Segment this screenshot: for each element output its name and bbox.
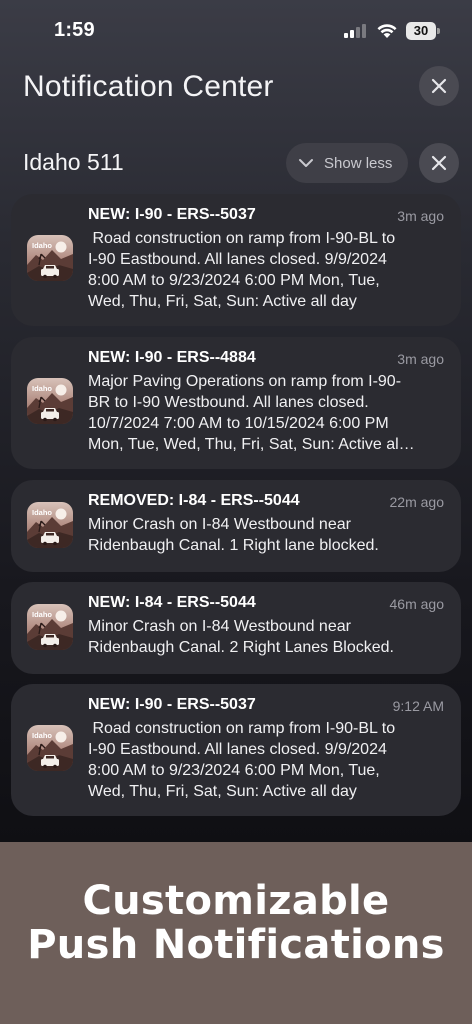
- notification-card[interactable]: Idaho NEW: I-90 - ERS--5037 3m ago Road co…: [11, 194, 461, 326]
- notification-body-line: Ridenbaugh Canal. 1 Right lane blocked.: [88, 537, 379, 554]
- notification-body: Minor Crash on I-84 Westbound near Ridenb…: [88, 616, 441, 658]
- close-icon: [431, 78, 447, 94]
- notification-time: 3m ago: [397, 208, 444, 224]
- notification-center-title: Notification Center: [23, 70, 274, 103]
- promo-banner: Customizable Push Notifications: [0, 842, 472, 1024]
- app-icon: Idaho: [27, 235, 73, 281]
- phone-screen: 1:59 30 Notification Center Idaho 511 Sh…: [0, 0, 472, 842]
- battery-icon: 30: [406, 22, 440, 40]
- notification-body: Major Paving Operations on ramp from I-9…: [88, 371, 441, 455]
- app-icon: Idaho: [27, 604, 73, 650]
- show-less-button[interactable]: Show less: [286, 143, 408, 183]
- notification-card[interactable]: Idaho NEW: I-84 - ERS--5044 46m ago Minor C…: [11, 582, 461, 674]
- svg-text:Idaho: Idaho: [32, 241, 52, 250]
- status-time: 1:59: [54, 19, 95, 41]
- notification-time: 22m ago: [389, 494, 444, 510]
- notification-body: Road construction on ramp from I-90-BL t…: [88, 228, 441, 312]
- notification-card[interactable]: Idaho REMOVED: I-84 - ERS--5044 22m ago Min…: [11, 480, 461, 572]
- notification-body-line: I-90 Eastbound. All lanes closed. 9/9/20…: [88, 251, 387, 268]
- notification-card[interactable]: Idaho NEW: I-90 - ERS--5037 9:12 AM Road c…: [11, 684, 461, 816]
- svg-text:Idaho: Idaho: [32, 610, 52, 619]
- notification-body-line: 8:00 AM to 9/23/2024 6:00 PM Mon, Tue,: [88, 762, 380, 779]
- notification-body-line: Major Paving Operations on ramp from I-9…: [88, 373, 402, 390]
- notification-body-line: Minor Crash on I-84 Westbound near: [88, 618, 351, 635]
- notification-title: REMOVED: I-84 - ERS--5044: [88, 492, 300, 509]
- notification-card[interactable]: Idaho NEW: I-90 - ERS--4884 3m ago Major Pa…: [11, 337, 461, 469]
- notification-body: Road construction on ramp from I-90-BL t…: [88, 718, 441, 802]
- notification-body-line: Minor Crash on I-84 Westbound near: [88, 516, 351, 533]
- notification-body-line: Wed, Thu, Fri, Sat, Sun: Active all day: [88, 293, 357, 310]
- notification-time: 3m ago: [397, 351, 444, 367]
- notification-body-line: Ridenbaugh Canal. 2 Right Lanes Blocked.: [88, 639, 394, 656]
- close-icon: [431, 155, 447, 171]
- notification-group-title: Idaho 511: [23, 149, 124, 175]
- svg-text:Idaho: Idaho: [32, 508, 52, 517]
- svg-text:Idaho: Idaho: [32, 384, 52, 393]
- app-icon: Idaho: [27, 502, 73, 548]
- notification-time: 9:12 AM: [392, 698, 444, 714]
- notification-body: Minor Crash on I-84 Westbound near Ridenb…: [88, 514, 441, 556]
- svg-text:Idaho: Idaho: [32, 731, 52, 740]
- notification-body-line: Wed, Thu, Fri, Sat, Sun: Active all day: [88, 783, 357, 800]
- clear-group-button[interactable]: [419, 143, 459, 183]
- notification-body-line: 10/7/2024 7:00 AM to 10/15/2024 6:00 PM: [88, 415, 389, 432]
- notification-title: NEW: I-84 - ERS--5044: [88, 594, 256, 611]
- notification-title: NEW: I-90 - ERS--5037: [88, 696, 256, 713]
- show-less-label: Show less: [324, 154, 393, 172]
- promo-line-1: Customizable: [82, 878, 390, 924]
- wifi-icon: [377, 24, 397, 38]
- notification-body-line: Mon, Tue, Wed, Thu, Fri, Sat, Sun: Activ…: [88, 436, 415, 453]
- app-icon: Idaho: [27, 725, 73, 771]
- clear-all-button[interactable]: [419, 66, 459, 106]
- notification-title: NEW: I-90 - ERS--5037: [88, 206, 256, 223]
- chevron-down-icon: [299, 159, 313, 167]
- notification-body-line: I-90 Eastbound. All lanes closed. 9/9/20…: [88, 741, 387, 758]
- notification-body-line: 8:00 AM to 9/23/2024 6:00 PM Mon, Tue,: [88, 272, 380, 289]
- status-bar: 1:59 30: [0, 0, 472, 60]
- notification-body-line: Road construction on ramp from I-90-BL t…: [88, 230, 396, 247]
- notification-body-line: BR to I-90 Westbound. All lanes closed.: [88, 394, 369, 411]
- notification-title: NEW: I-90 - ERS--4884: [88, 349, 256, 366]
- battery-level: 30: [406, 22, 436, 40]
- app-icon: Idaho: [27, 378, 73, 424]
- notification-body-line: Road construction on ramp from I-90-BL t…: [88, 720, 396, 737]
- notification-time: 46m ago: [389, 596, 444, 612]
- promo-line-2: Push Notifications: [27, 922, 445, 968]
- cellular-signal-icon: [344, 24, 368, 38]
